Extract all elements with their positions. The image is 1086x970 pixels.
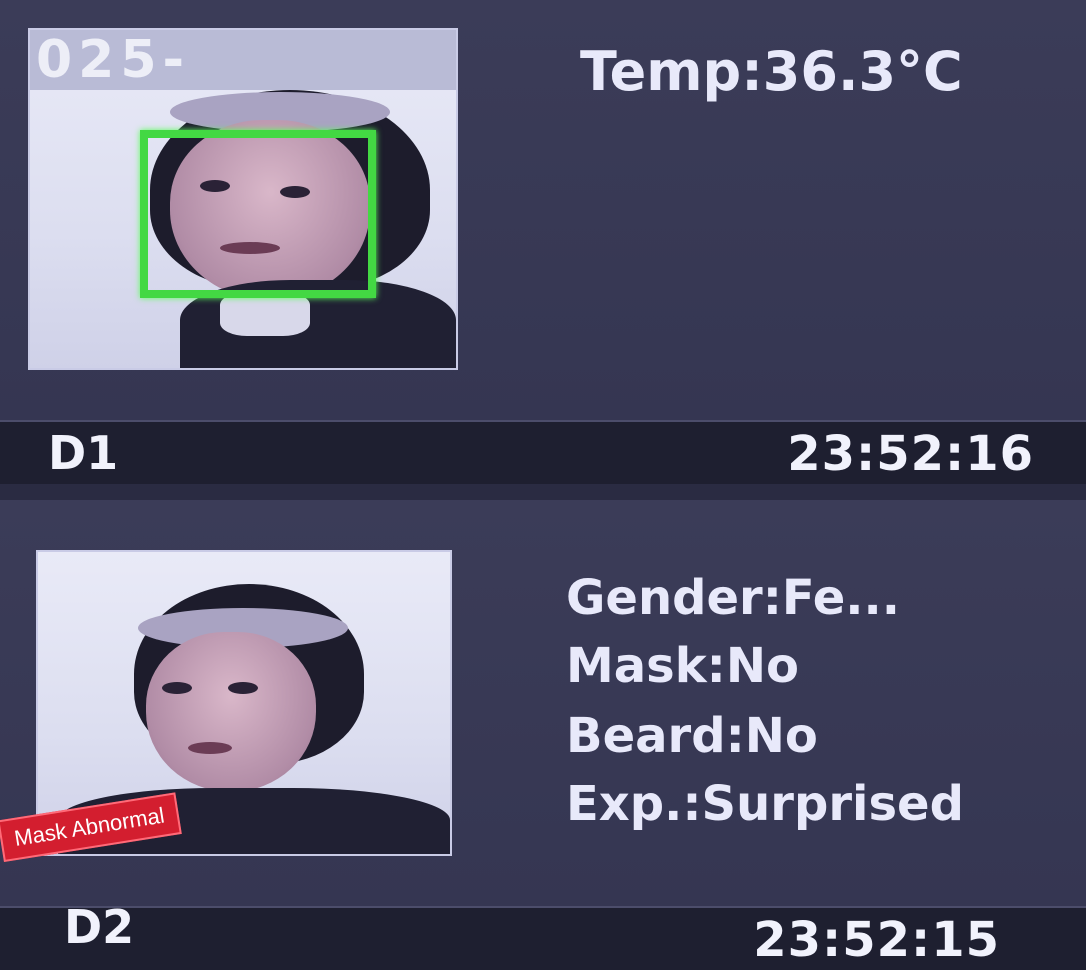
gender-attribute: Gender:Fe... xyxy=(566,570,901,626)
capture-time: 23:52:15 xyxy=(753,912,1000,968)
face-shape xyxy=(146,632,316,792)
expression-attribute: Exp.:Surprised xyxy=(566,776,964,832)
mouth xyxy=(188,742,232,754)
face-recognition-screen: 025- Temp:36.3°C D1 23:52:16 Mask Abnorm xyxy=(0,0,1086,970)
collar-shape xyxy=(220,292,310,336)
left-eye xyxy=(162,682,192,694)
camera-label: D1 xyxy=(48,426,119,480)
face-detection-box xyxy=(140,130,376,298)
card-footer-d1: D1 23:52:16 xyxy=(0,420,1086,486)
card-footer-d2: D2 23:52:15 xyxy=(0,900,1086,970)
capture-card-d1[interactable]: 025- Temp:36.3°C xyxy=(0,0,1086,420)
mask-attribute: Mask:No xyxy=(566,638,799,694)
temperature-reading: Temp:36.3°C xyxy=(580,40,963,103)
beard-attribute: Beard:No xyxy=(566,708,818,764)
capture-time: 23:52:16 xyxy=(787,426,1034,482)
camera-label: D2 xyxy=(64,900,135,954)
face-capture-photo: 025- xyxy=(28,28,458,370)
card-divider xyxy=(0,484,1086,500)
background-sign: 025- xyxy=(30,30,456,90)
sign-text: 025- xyxy=(36,30,191,90)
right-eye xyxy=(228,682,258,694)
